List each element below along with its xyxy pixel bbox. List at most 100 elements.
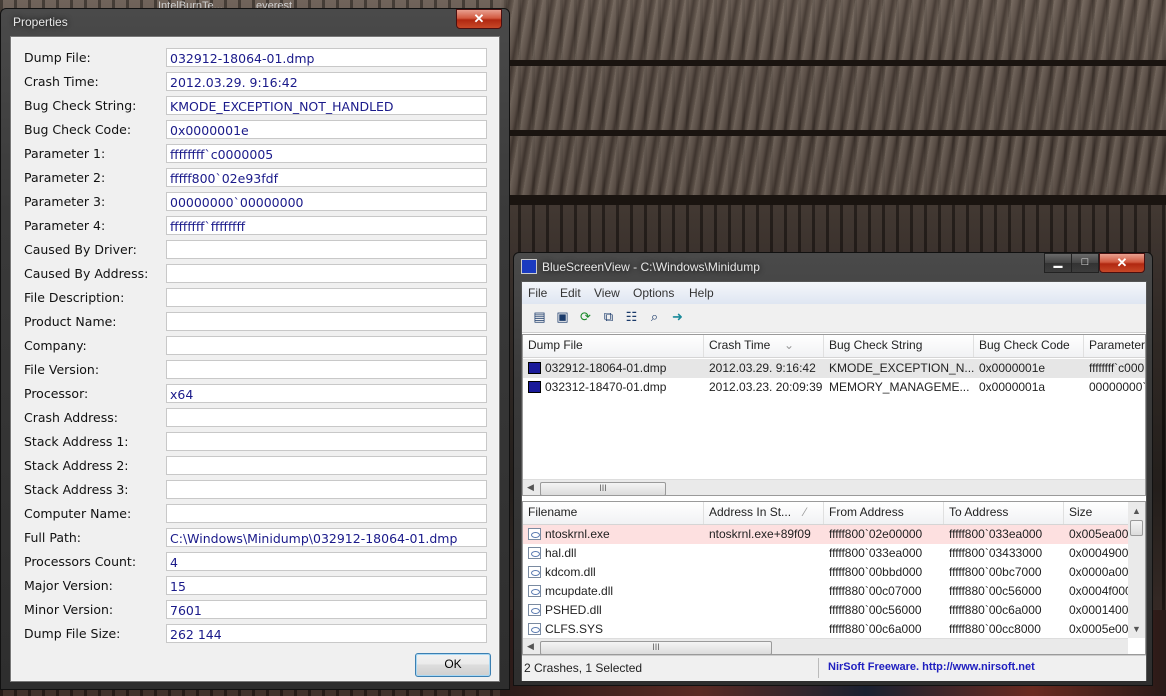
property-value-field[interactable] xyxy=(166,288,487,307)
scroll-left-icon[interactable]: ◀ xyxy=(527,482,534,493)
property-value-field[interactable]: 15 xyxy=(166,576,487,595)
scroll-thumb[interactable]: III xyxy=(540,641,772,654)
property-row: Stack Address 3: xyxy=(11,479,499,501)
sort-arrow-icon: ⌄ xyxy=(784,338,795,352)
property-value-field[interactable] xyxy=(166,360,487,379)
scroll-thumb[interactable]: III xyxy=(540,482,666,495)
property-label: Minor Version: xyxy=(24,602,114,617)
column-bug-check-code[interactable]: Bug Check Code xyxy=(974,335,1084,357)
properties-client: Dump File: 032912-18064-01.dmp Crash Time:… xyxy=(10,36,500,682)
property-row: Dump File: 032912-18064-01.dmp xyxy=(11,47,499,69)
driver-cell-text: 0x00049000 xyxy=(1069,546,1130,560)
driver-row[interactable]: hal.dll fffff800`033ea000 fffff800`0343300… xyxy=(523,544,1130,563)
property-row: Dump File Size: 262 144 xyxy=(11,623,499,645)
property-value-field[interactable]: 7601 xyxy=(166,600,487,619)
property-value-field[interactable] xyxy=(166,504,487,523)
property-row: Stack Address 1: xyxy=(11,431,499,453)
property-label: Stack Address 2: xyxy=(24,458,129,473)
driver-cell-text: fffff800`00bc7000 xyxy=(949,565,1042,579)
driver-cell-text: fffff880`00c07000 xyxy=(829,584,922,598)
column-from-address[interactable]: From Address xyxy=(824,502,944,524)
menu-edit[interactable]: Edit xyxy=(560,286,581,300)
exit-icon[interactable]: ➜ xyxy=(669,309,686,325)
driver-row[interactable]: ntoskrnl.exe ntoskrnl.exe+89f09 fffff800`0… xyxy=(523,525,1130,544)
driver-cell-text: CLFS.SYS xyxy=(545,622,604,636)
copy-icon[interactable]: ⧉ xyxy=(600,309,617,325)
property-value-field[interactable]: x64 xyxy=(166,384,487,403)
column-filename[interactable]: Filename xyxy=(523,502,704,524)
ok-button[interactable]: OK xyxy=(415,653,491,677)
property-value-field[interactable] xyxy=(166,312,487,331)
driver-row[interactable]: mcupdate.dll fffff880`00c07000 fffff880`00… xyxy=(523,582,1130,601)
column-bug-check-string[interactable]: Bug Check String xyxy=(824,335,974,357)
property-label: Major Version: xyxy=(24,578,113,593)
property-row: Company: xyxy=(11,335,499,357)
driver-cell-text: mcupdate.dll xyxy=(545,584,614,598)
minimize-button[interactable]: ▁ xyxy=(1044,253,1072,273)
property-row: Parameter 4: ffffffff`ffffffff xyxy=(11,215,499,237)
dump-cell-text: 2012.03.23. 20:09:39 xyxy=(709,380,823,394)
find-icon[interactable]: ⌕ xyxy=(646,309,663,325)
menu-options[interactable]: Options xyxy=(633,286,674,300)
driver-cell-text: fffff800`03433000 xyxy=(949,546,1043,560)
driver-row[interactable]: CLFS.SYS fffff880`00c6a000 fffff880`00cc80… xyxy=(523,620,1130,639)
driver-cell-addr: ntoskrnl.exe+89f09 xyxy=(704,525,824,544)
dump-row[interactable]: 032312-18470-01.dmp 2012.03.23. 20:09:39 M… xyxy=(523,378,1145,397)
property-value-field[interactable]: 4 xyxy=(166,552,487,571)
property-value-field[interactable]: ffffffff`c0000005 xyxy=(166,144,487,163)
driver-cell-size: 0x0005e000 xyxy=(1064,620,1130,639)
driver-row[interactable]: kdcom.dll fffff800`00bbd000 fffff800`00bc7… xyxy=(523,563,1130,582)
dump-file-list[interactable]: Dump File Crash Time ⌄ Bug Check String B… xyxy=(522,334,1146,496)
property-value-field[interactable] xyxy=(166,264,487,283)
properties-icon[interactable]: ☷ xyxy=(623,309,640,325)
column-size[interactable]: Size xyxy=(1064,502,1130,524)
property-value-field[interactable] xyxy=(166,432,487,451)
menu-file[interactable]: File xyxy=(528,286,547,300)
property-value-field[interactable]: 2012.03.29. 9:16:42 xyxy=(166,72,487,91)
close-button[interactable]: ✕ xyxy=(1099,253,1145,273)
save-icon[interactable]: ▣ xyxy=(554,309,571,325)
property-row: Crash Address: xyxy=(11,407,499,429)
column-crash-time[interactable]: Crash Time ⌄ xyxy=(704,335,824,357)
property-value-field[interactable]: 032912-18064-01.dmp xyxy=(166,48,487,67)
property-value-field[interactable]: ffffffff`ffffffff xyxy=(166,216,487,235)
property-value-field[interactable]: 262 144 xyxy=(166,624,487,643)
maximize-button[interactable]: □ xyxy=(1071,253,1099,273)
properties-window-icon[interactable]: ▤ xyxy=(531,309,548,325)
column-dump-file[interactable]: Dump File xyxy=(523,335,704,357)
nirsoft-link[interactable]: NirSoft Freeware. http://www.nirsoft.net xyxy=(828,661,1035,673)
column-to-address[interactable]: To Address xyxy=(944,502,1064,524)
property-value-field[interactable]: fffff800`02e93fdf xyxy=(166,168,487,187)
horizontal-scrollbar[interactable]: ◀ III xyxy=(523,479,1145,495)
property-value-field[interactable]: 0x0000001e xyxy=(166,120,487,139)
driver-cell-from: fffff800`033ea000 xyxy=(824,544,944,563)
property-value-field[interactable] xyxy=(166,240,487,259)
column-address-in-stack[interactable]: Address In St... ⁄ xyxy=(704,502,824,524)
driver-list[interactable]: Filename Address In St... ⁄ From Address … xyxy=(522,501,1146,655)
scroll-up-icon[interactable]: ▲ xyxy=(1132,506,1141,516)
driver-cell-from: fffff880`00c56000 xyxy=(824,601,944,620)
scroll-thumb[interactable] xyxy=(1130,520,1143,536)
property-value-field[interactable]: C:\Windows\Minidump\032912-18064-01.dmp xyxy=(166,528,487,547)
driver-row[interactable]: PSHED.dll fffff880`00c56000 fffff880`00c6a… xyxy=(523,601,1130,620)
horizontal-scrollbar[interactable]: ◀ III xyxy=(523,638,1128,654)
menu-bar: File Edit View Options Help xyxy=(522,282,1146,305)
scroll-down-icon[interactable]: ▼ xyxy=(1132,624,1141,634)
property-value-field[interactable] xyxy=(166,336,487,355)
property-value-field[interactable]: 00000000`00000000 xyxy=(166,192,487,211)
property-value-field[interactable]: KMODE_EXCEPTION_NOT_HANDLED xyxy=(166,96,487,115)
driver-list-header: Filename Address In St... ⁄ From Address … xyxy=(523,502,1130,525)
menu-view[interactable]: View xyxy=(594,286,620,300)
driver-cell-text: fffff880`00c56000 xyxy=(949,584,1042,598)
property-value-field[interactable] xyxy=(166,408,487,427)
property-value-field[interactable] xyxy=(166,456,487,475)
scroll-left-icon[interactable]: ◀ xyxy=(527,641,534,652)
column-parameter[interactable]: Parameter xyxy=(1084,335,1145,357)
close-button[interactable]: ✕ xyxy=(456,9,502,29)
refresh-icon[interactable]: ⟳ xyxy=(577,309,594,325)
vertical-scrollbar[interactable]: ▲ ▼ xyxy=(1128,502,1145,638)
property-value-field[interactable] xyxy=(166,480,487,499)
dump-row[interactable]: 032912-18064-01.dmp 2012.03.29. 9:16:42 KM… xyxy=(523,359,1145,378)
menu-help[interactable]: Help xyxy=(689,286,714,300)
property-row: Processor: x64 xyxy=(11,383,499,405)
